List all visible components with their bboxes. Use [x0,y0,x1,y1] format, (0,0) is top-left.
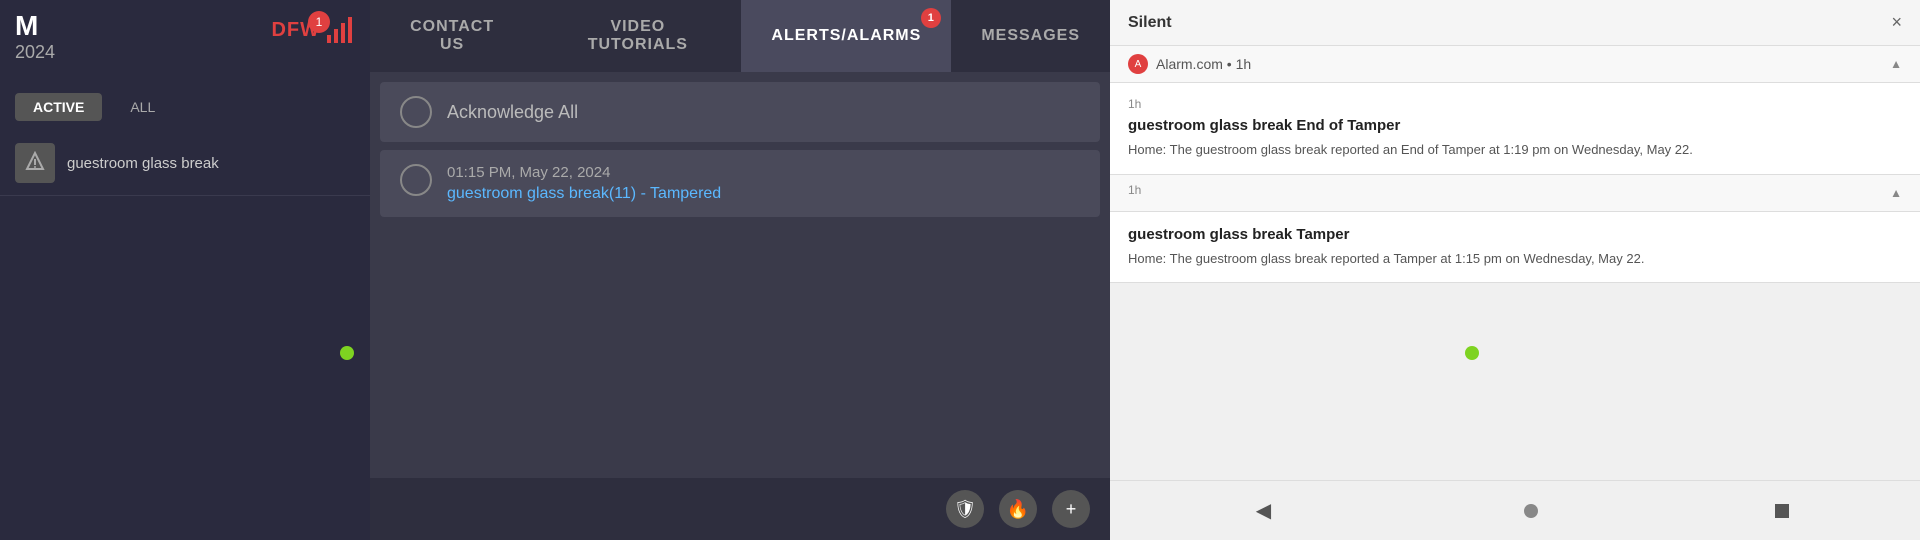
acknowledge-all-label: Acknowledge All [447,102,578,123]
filter-active-btn[interactable]: ACTIVE [15,93,102,121]
notif-source-row-2: 1h ▲ [1110,175,1920,212]
glass-break-icon [23,151,47,175]
alarm-dot: A [1128,54,1148,74]
alert-event-row[interactable]: 01:15 PM, May 22, 2024 guestroom glass b… [380,150,1100,217]
notif-time-1: 1h [1128,97,1902,111]
middle-footer: 🛡 🔥 + [370,478,1110,540]
notif-body-2: Home: The guestroom glass break reported… [1128,249,1902,269]
event-name: guestroom glass break(11) - Tampered [447,185,721,203]
tab-video[interactable]: VIDEO TUTORIALS [534,0,741,72]
tab-contact[interactable]: CONTACT US [370,0,534,72]
notif-card-2: guestroom glass break Tamper Home: The g… [1110,212,1920,284]
silent-label: Silent [1128,14,1172,32]
notif-body-1: Home: The guestroom glass break reported… [1128,140,1902,160]
notif-time-2-header: 1h [1128,183,1141,197]
middle-panel: CONTACT US VIDEO TUTORIALS ALERTS/ALARMS… [370,0,1110,540]
left-alert-item[interactable]: guestroom glass break [0,131,370,196]
left-panel: M 2024 DFW 1 ACTIVE ALL guestroom glass … [0,0,370,540]
tab-messages[interactable]: MESSAGES [951,0,1110,72]
alert-icon [15,143,55,183]
event-timestamp: 01:15 PM, May 22, 2024 [447,164,721,181]
notif-header: Silent × [1110,0,1920,46]
plus-btn[interactable]: + [1052,490,1090,528]
status-dot-mid [1465,346,1479,360]
source-name: Alarm.com • 1h [1156,56,1251,72]
right-panel: Silent × A Alarm.com • 1h ▲ 1h guestroom… [1110,0,1920,540]
alerts-badge: 1 [921,8,941,28]
dfw-logo: DFW 1 [271,15,355,45]
notif-title-2: guestroom glass break Tamper [1128,226,1902,243]
filter-row: ACTIVE ALL [15,93,355,121]
status-dot-left [340,346,354,360]
alerts-content: Acknowledge All 01:15 PM, May 22, 2024 g… [370,72,1110,478]
chevron-up-icon-2[interactable]: ▲ [1890,186,1902,200]
shield-btn[interactable]: 🛡 [946,490,984,528]
acknowledge-all-row[interactable]: Acknowledge All [380,82,1100,142]
alert-event-text: 01:15 PM, May 22, 2024 guestroom glass b… [447,164,721,203]
left-title: M [15,10,55,42]
nav-square-indicator [1775,504,1789,518]
left-title-block: M 2024 [15,10,55,63]
tab-bar: CONTACT US VIDEO TUTORIALS ALERTS/ALARMS… [370,0,1110,72]
notif-title-1: guestroom glass break End of Tamper [1128,117,1902,134]
left-alert-text: guestroom glass break [67,153,219,174]
nav-circle-indicator [1524,504,1538,518]
filter-all-btn[interactable]: ALL [112,93,173,121]
event-circle-btn[interactable] [400,164,432,196]
notif-footer: ◀ [1110,480,1920,540]
notif-source-row-1: A Alarm.com • 1h ▲ [1110,46,1920,83]
fire-btn[interactable]: 🔥 [999,490,1037,528]
tab-alerts[interactable]: ALERTS/ALARMS 1 [741,0,951,72]
notif-card-1: 1h guestroom glass break End of Tamper H… [1110,83,1920,175]
source-info: A Alarm.com • 1h [1128,54,1251,74]
nav-back-btn[interactable]: ◀ [1241,493,1286,528]
close-btn[interactable]: × [1891,12,1902,33]
left-date: 2024 [15,42,55,63]
chevron-up-icon-1[interactable]: ▲ [1890,57,1902,71]
acknowledge-all-circle[interactable] [400,96,432,128]
dfw-logo-badge: 1 [308,11,330,33]
